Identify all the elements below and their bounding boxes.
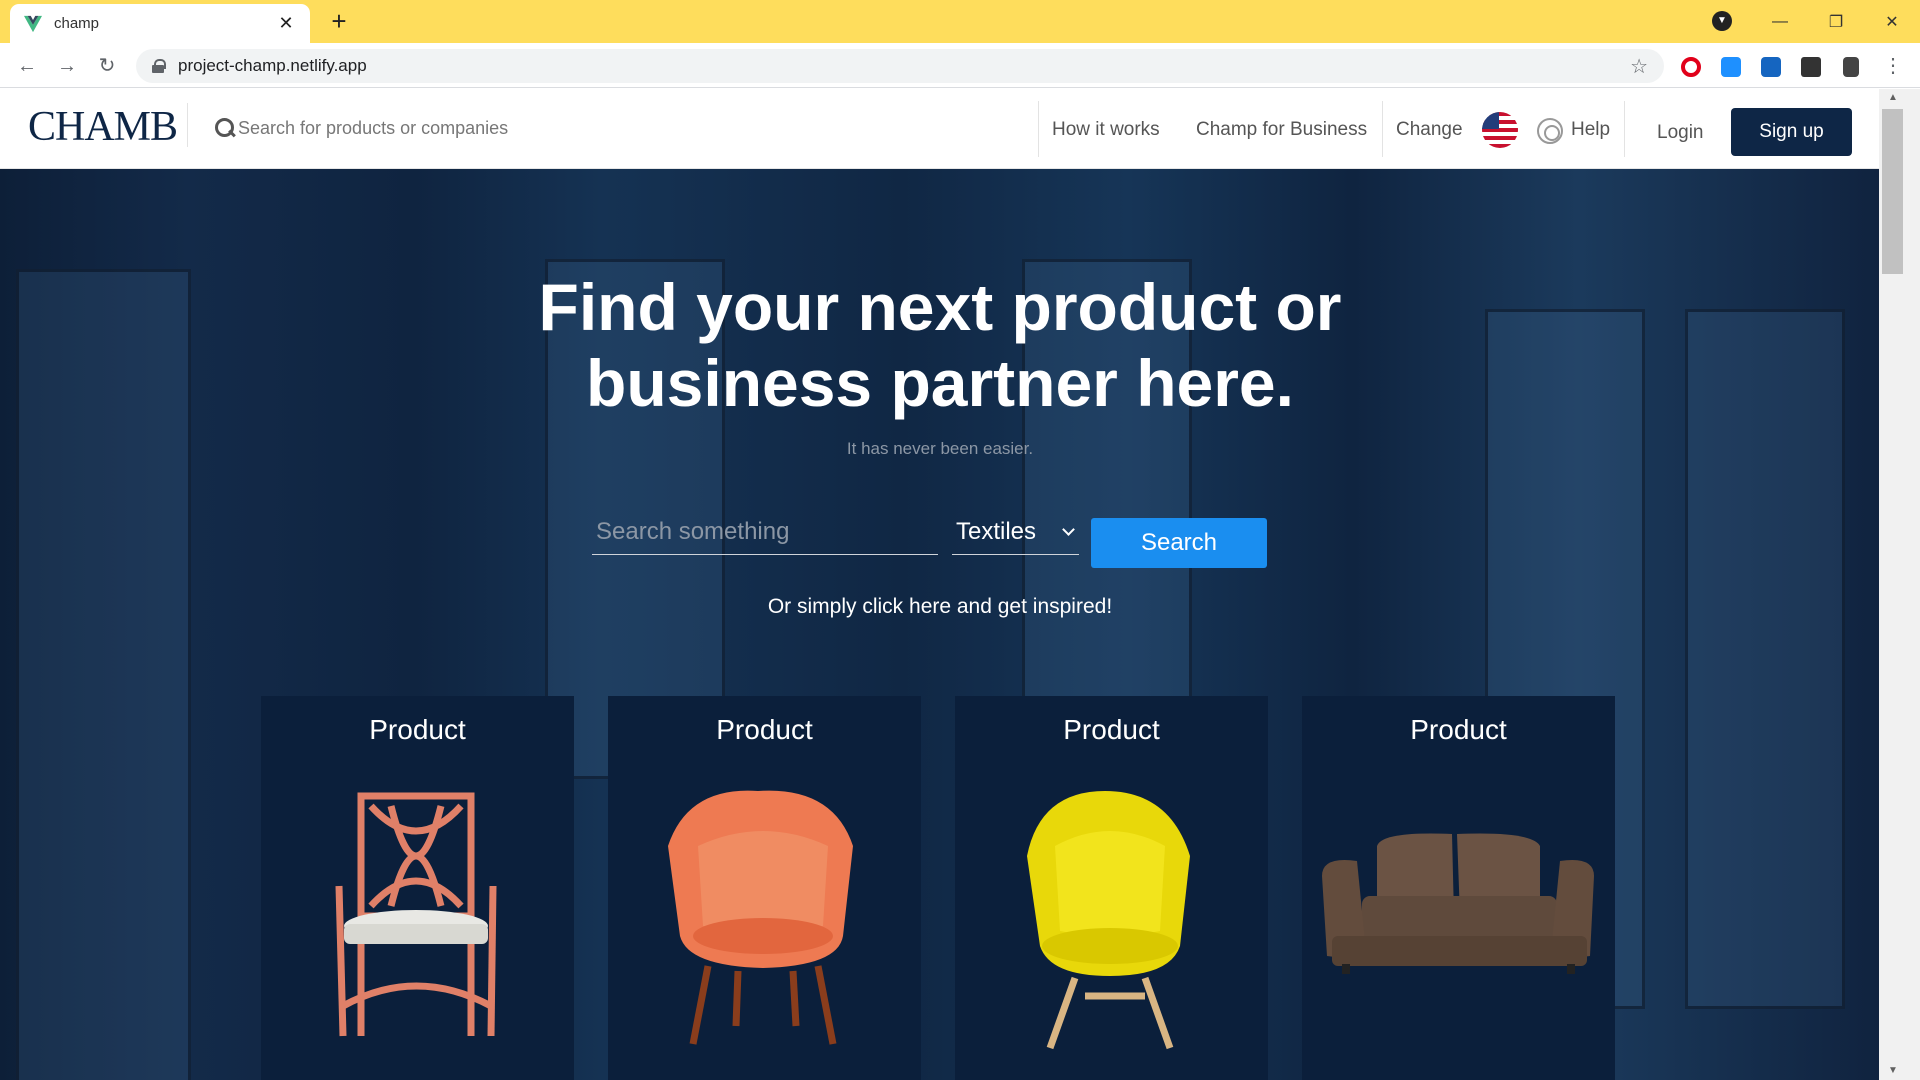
product-card-title: Product xyxy=(1410,714,1507,745)
nav-champ-for-business[interactable]: Champ for Business xyxy=(1196,119,1367,141)
scroll-up-icon[interactable]: ▲ xyxy=(1879,89,1907,107)
search-button[interactable]: Search xyxy=(1091,518,1267,568)
yellow-chair-image xyxy=(1027,791,1190,1050)
translate-extension-icon[interactable] xyxy=(1721,57,1741,77)
divider xyxy=(1624,101,1625,157)
bookmark-star-icon[interactable]: ☆ xyxy=(1630,54,1648,79)
product-card-title: Product xyxy=(1063,714,1160,745)
browser-tab[interactable]: champ ✕ xyxy=(10,4,310,43)
minimize-button[interactable]: — xyxy=(1752,13,1808,31)
scroll-thumb[interactable] xyxy=(1882,109,1903,274)
divider xyxy=(1382,101,1383,157)
product-card[interactable]: Product xyxy=(955,696,1268,1080)
opera-extension-icon[interactable] xyxy=(1681,57,1701,77)
browser-tab-bar: champ ✕ + ▼ — ❐ ✕ xyxy=(0,0,1920,43)
close-tab-icon[interactable]: ✕ xyxy=(276,13,296,34)
orange-chair-image xyxy=(668,790,853,1045)
category-select[interactable]: Textiles xyxy=(952,509,1079,555)
search-icon[interactable] xyxy=(214,117,236,139)
background-window xyxy=(16,269,191,1080)
salmon-armchair-image xyxy=(335,792,497,1037)
address-bar[interactable]: project-champ.netlify.app ☆ xyxy=(136,49,1664,83)
hero-search-input[interactable] xyxy=(592,509,938,555)
browser-menu-icon[interactable]: ⋮ xyxy=(1878,51,1908,81)
header-search-input[interactable] xyxy=(238,117,578,139)
header-search xyxy=(214,111,594,145)
media-extension-icon[interactable] xyxy=(1761,57,1781,77)
champ-logo[interactable]: CHAMB xyxy=(28,103,178,151)
divider xyxy=(187,103,188,147)
nav-help[interactable]: Help xyxy=(1571,119,1610,141)
product-card-title: Product xyxy=(716,714,813,745)
scroll-down-icon[interactable]: ▼ xyxy=(1879,1062,1907,1080)
close-window-button[interactable]: ✕ xyxy=(1864,12,1920,32)
chevron-down-icon xyxy=(1062,523,1075,536)
help-lifebuoy-icon[interactable] xyxy=(1537,118,1563,144)
puzzle-extensions-icon[interactable] xyxy=(1801,57,1821,77)
login-link[interactable]: Login xyxy=(1657,122,1704,144)
url-text[interactable]: project-champ.netlify.app xyxy=(178,56,1630,76)
browser-toolbar: ← → ↻ project-champ.netlify.app ☆ ⋮ xyxy=(0,43,1920,88)
us-flag-icon[interactable] xyxy=(1482,112,1518,148)
signup-button[interactable]: Sign up xyxy=(1731,108,1852,156)
category-value: Textiles xyxy=(956,517,1037,545)
inspire-link[interactable]: Or simply click here and get inspired! xyxy=(640,595,1240,619)
restore-button[interactable]: ❐ xyxy=(1808,12,1864,32)
hero-section: Find your next product or business partn… xyxy=(0,169,1879,1080)
vue-logo-icon xyxy=(24,15,42,32)
nav-how-it-works[interactable]: How it works xyxy=(1052,119,1160,141)
background-window xyxy=(1685,309,1845,1009)
product-card[interactable]: Product xyxy=(608,696,921,1080)
window-controls: — ❐ ✕ xyxy=(1752,0,1920,43)
hero-subtitle: It has never been easier. xyxy=(846,439,1034,458)
page-scrollbar[interactable]: ▲ ▼ xyxy=(1879,89,1920,1080)
new-tab-button[interactable]: + xyxy=(324,6,354,36)
back-icon[interactable]: ← xyxy=(12,51,42,81)
forward-icon[interactable]: → xyxy=(52,51,82,81)
product-cards: Product Product Product Product xyxy=(261,696,1616,1080)
device-extension-icon[interactable] xyxy=(1843,57,1859,77)
reload-icon[interactable]: ↻ xyxy=(92,51,122,81)
brown-sofa-image xyxy=(1322,833,1594,974)
profile-menu-icon[interactable]: ▼ xyxy=(1712,11,1732,31)
product-card[interactable]: Product xyxy=(1302,696,1615,1080)
product-card-title: Product xyxy=(369,714,466,745)
site-header: CHAMB How it works Champ for Business Ch… xyxy=(0,89,1879,169)
hero-title: Find your next product or business partn… xyxy=(538,270,1342,420)
nav-change-language[interactable]: Change xyxy=(1396,119,1463,141)
lock-icon[interactable] xyxy=(152,59,166,73)
tab-title: champ xyxy=(54,15,100,32)
divider xyxy=(1038,101,1039,157)
product-card[interactable]: Product xyxy=(261,696,574,1080)
